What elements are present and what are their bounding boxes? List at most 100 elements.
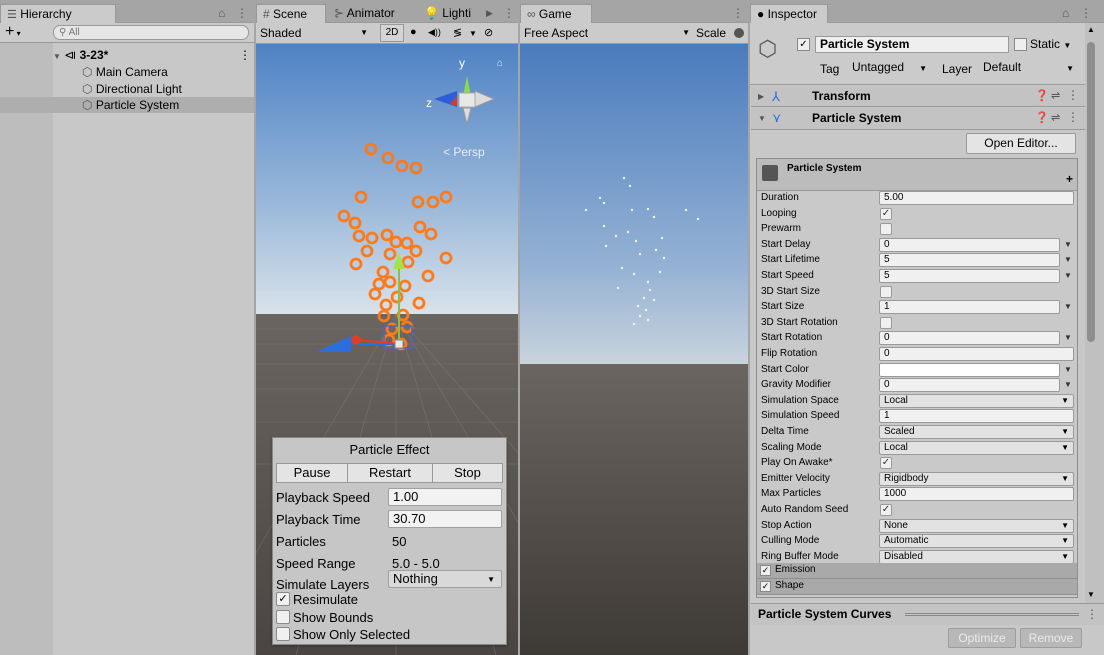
scroll-down-icon[interactable]: ▼	[1087, 590, 1095, 599]
property-dropdown[interactable]: None ▼	[879, 519, 1074, 533]
playback-time-field[interactable]: 30.70	[388, 510, 502, 528]
static-checkbox[interactable]	[1014, 38, 1027, 51]
property-field[interactable]: 1000	[879, 487, 1074, 501]
kebab-menu-icon[interactable]: ⋮	[732, 6, 744, 20]
property-checkbox[interactable]: ✓	[880, 208, 892, 220]
property-label: Looping	[761, 208, 797, 219]
effects-toggle-icon[interactable]: ≶	[453, 26, 462, 39]
property-dropdown[interactable]: Scaled ▼	[879, 425, 1074, 439]
shading-mode-dropdown[interactable]: Shaded ▼	[260, 26, 376, 40]
kebab-menu-icon[interactable]: ⋮	[236, 6, 248, 20]
property-field[interactable]: 0	[879, 238, 1060, 252]
curve-mode-dropdown-icon[interactable]: ▼	[1064, 380, 1072, 389]
game-viewport[interactable]	[520, 44, 748, 655]
scene-lighting-toggle-icon[interactable]: ●	[410, 26, 417, 38]
simulate-layers-dropdown[interactable]: Nothing ▼	[388, 570, 502, 588]
lock-icon[interactable]: ⌂	[497, 58, 503, 69]
tag-dropdown[interactable]: Untagged ▼	[849, 60, 931, 77]
presets-icon[interactable]: ⇌	[1051, 89, 1060, 102]
property-color-field[interactable]	[879, 363, 1060, 377]
property-value: Automatic	[884, 535, 929, 546]
show-only-selected-checkbox[interactable]	[276, 627, 290, 641]
scene-root-row[interactable]: ▼ ⧏ 3-23* ⋮	[53, 47, 254, 63]
lock-icon[interactable]: ⌂	[1062, 6, 1069, 20]
help-icon[interactable]: ❓	[1035, 89, 1049, 102]
scene-menu-icon[interactable]: ⋮	[239, 47, 251, 63]
add-button[interactable]: + ▾	[5, 23, 21, 43]
property-dropdown[interactable]: Local ▼	[879, 394, 1074, 408]
property-label: 3D Start Rotation	[761, 317, 838, 328]
aspect-dropdown[interactable]: Free Aspect ▼	[524, 26, 690, 40]
help-icon[interactable]: ❓	[1035, 111, 1049, 124]
curve-mode-dropdown-icon[interactable]: ▼	[1064, 271, 1072, 280]
chevron-down-icon[interactable]: ▼	[469, 29, 477, 38]
tab-lighting[interactable]: 💡 Lighti	[424, 6, 471, 20]
kebab-menu-icon[interactable]: ⋮	[1080, 6, 1092, 20]
curve-mode-dropdown-icon[interactable]: ▼	[1064, 365, 1072, 374]
curve-mode-dropdown-icon[interactable]: ▼	[1064, 240, 1072, 249]
tab-overflow-icon[interactable]: ▶	[486, 8, 493, 19]
curves-menu-icon[interactable]: ⋮	[1086, 607, 1098, 621]
audio-toggle-icon[interactable]: ◀))	[428, 27, 441, 38]
active-checkbox[interactable]: ✓	[797, 38, 810, 51]
property-checkbox[interactable]: ✓	[880, 504, 892, 516]
stop-button[interactable]: Stop	[432, 463, 503, 483]
property-label: Simulation Speed	[761, 410, 840, 421]
scale-slider-knob[interactable]	[734, 28, 744, 38]
property-field[interactable]: 0	[879, 331, 1060, 345]
component-menu-icon[interactable]: ⋮	[1067, 88, 1079, 102]
tab-hierarchy[interactable]: ☰ Hierarchy	[0, 4, 116, 23]
property-field[interactable]: 5	[879, 253, 1060, 267]
add-module-icon[interactable]: +	[1066, 172, 1073, 186]
property-checkbox[interactable]	[880, 317, 892, 329]
component-menu-icon[interactable]: ⋮	[1067, 110, 1079, 124]
shape-checkbox[interactable]: ✓	[760, 581, 771, 592]
emission-checkbox[interactable]: ✓	[760, 565, 771, 576]
property-field[interactable]: 0	[879, 378, 1060, 392]
property-field[interactable]: 5.00	[879, 191, 1074, 205]
object-name-field[interactable]: Particle System	[815, 36, 1009, 53]
tab-game[interactable]: ∞ Game	[520, 4, 592, 23]
pause-button[interactable]: Pause	[276, 463, 348, 483]
tab-scene[interactable]: # Scene	[256, 4, 326, 23]
shape-module-row[interactable]	[757, 579, 1077, 595]
property-checkbox[interactable]	[880, 223, 892, 235]
property-dropdown[interactable]: Disabled ▼	[879, 550, 1074, 564]
scrollbar-thumb[interactable]	[1087, 42, 1095, 342]
presets-icon[interactable]: ⇌	[1051, 111, 1060, 124]
property-dropdown[interactable]: Automatic ▼	[879, 534, 1074, 548]
property-dropdown[interactable]: Local ▼	[879, 441, 1074, 455]
visibility-toggle-icon[interactable]: ⊘	[484, 26, 493, 39]
restart-button[interactable]: Restart	[347, 463, 433, 483]
tab-animator[interactable]: ⊱ Animator	[334, 6, 395, 20]
curve-mode-dropdown-icon[interactable]: ▼	[1064, 255, 1072, 264]
persp-label[interactable]: < Persp	[443, 145, 485, 159]
layer-dropdown[interactable]: Default ▼	[980, 60, 1078, 77]
curve-mode-dropdown-icon[interactable]: ▼	[1064, 333, 1072, 342]
tab-inspector[interactable]: ● Inspector	[750, 4, 828, 23]
property-field[interactable]: 0	[879, 347, 1074, 361]
property-dropdown[interactable]: Rigidbody ▼	[879, 472, 1074, 486]
curve-mode-dropdown-icon[interactable]: ▼	[1064, 302, 1072, 311]
toggle-2d-button[interactable]: 2D	[380, 24, 404, 42]
kebab-menu-icon[interactable]: ⋮	[503, 6, 515, 20]
static-label[interactable]: Static ▼	[1030, 37, 1071, 51]
hierarchy-item[interactable]: ⬡ Directional Light	[82, 81, 254, 97]
playback-speed-field[interactable]: 1.00	[388, 488, 502, 506]
lock-icon[interactable]: ⌂	[218, 6, 225, 20]
hierarchy-tabbar: ☰ Hierarchy ⌂ ⋮	[0, 0, 254, 23]
property-field[interactable]: 1	[879, 300, 1060, 314]
resimulate-checkbox[interactable]: ✓	[276, 592, 290, 606]
property-checkbox[interactable]	[880, 286, 892, 298]
scroll-up-icon[interactable]: ▲	[1087, 25, 1095, 34]
remove-button[interactable]: Remove	[1020, 628, 1082, 648]
show-bounds-checkbox[interactable]	[276, 610, 290, 624]
optimize-button[interactable]: Optimize	[948, 628, 1016, 648]
property-field[interactable]: 5	[879, 269, 1060, 283]
open-editor-button[interactable]: Open Editor...	[966, 133, 1076, 154]
hierarchy-item[interactable]: ⬡ Main Camera	[82, 64, 254, 80]
property-field[interactable]: 1	[879, 409, 1074, 423]
property-checkbox[interactable]: ✓	[880, 457, 892, 469]
hierarchy-item-selected[interactable]: ⬡ Particle System	[82, 97, 254, 113]
search-field[interactable]: ⚲ All	[53, 25, 249, 40]
